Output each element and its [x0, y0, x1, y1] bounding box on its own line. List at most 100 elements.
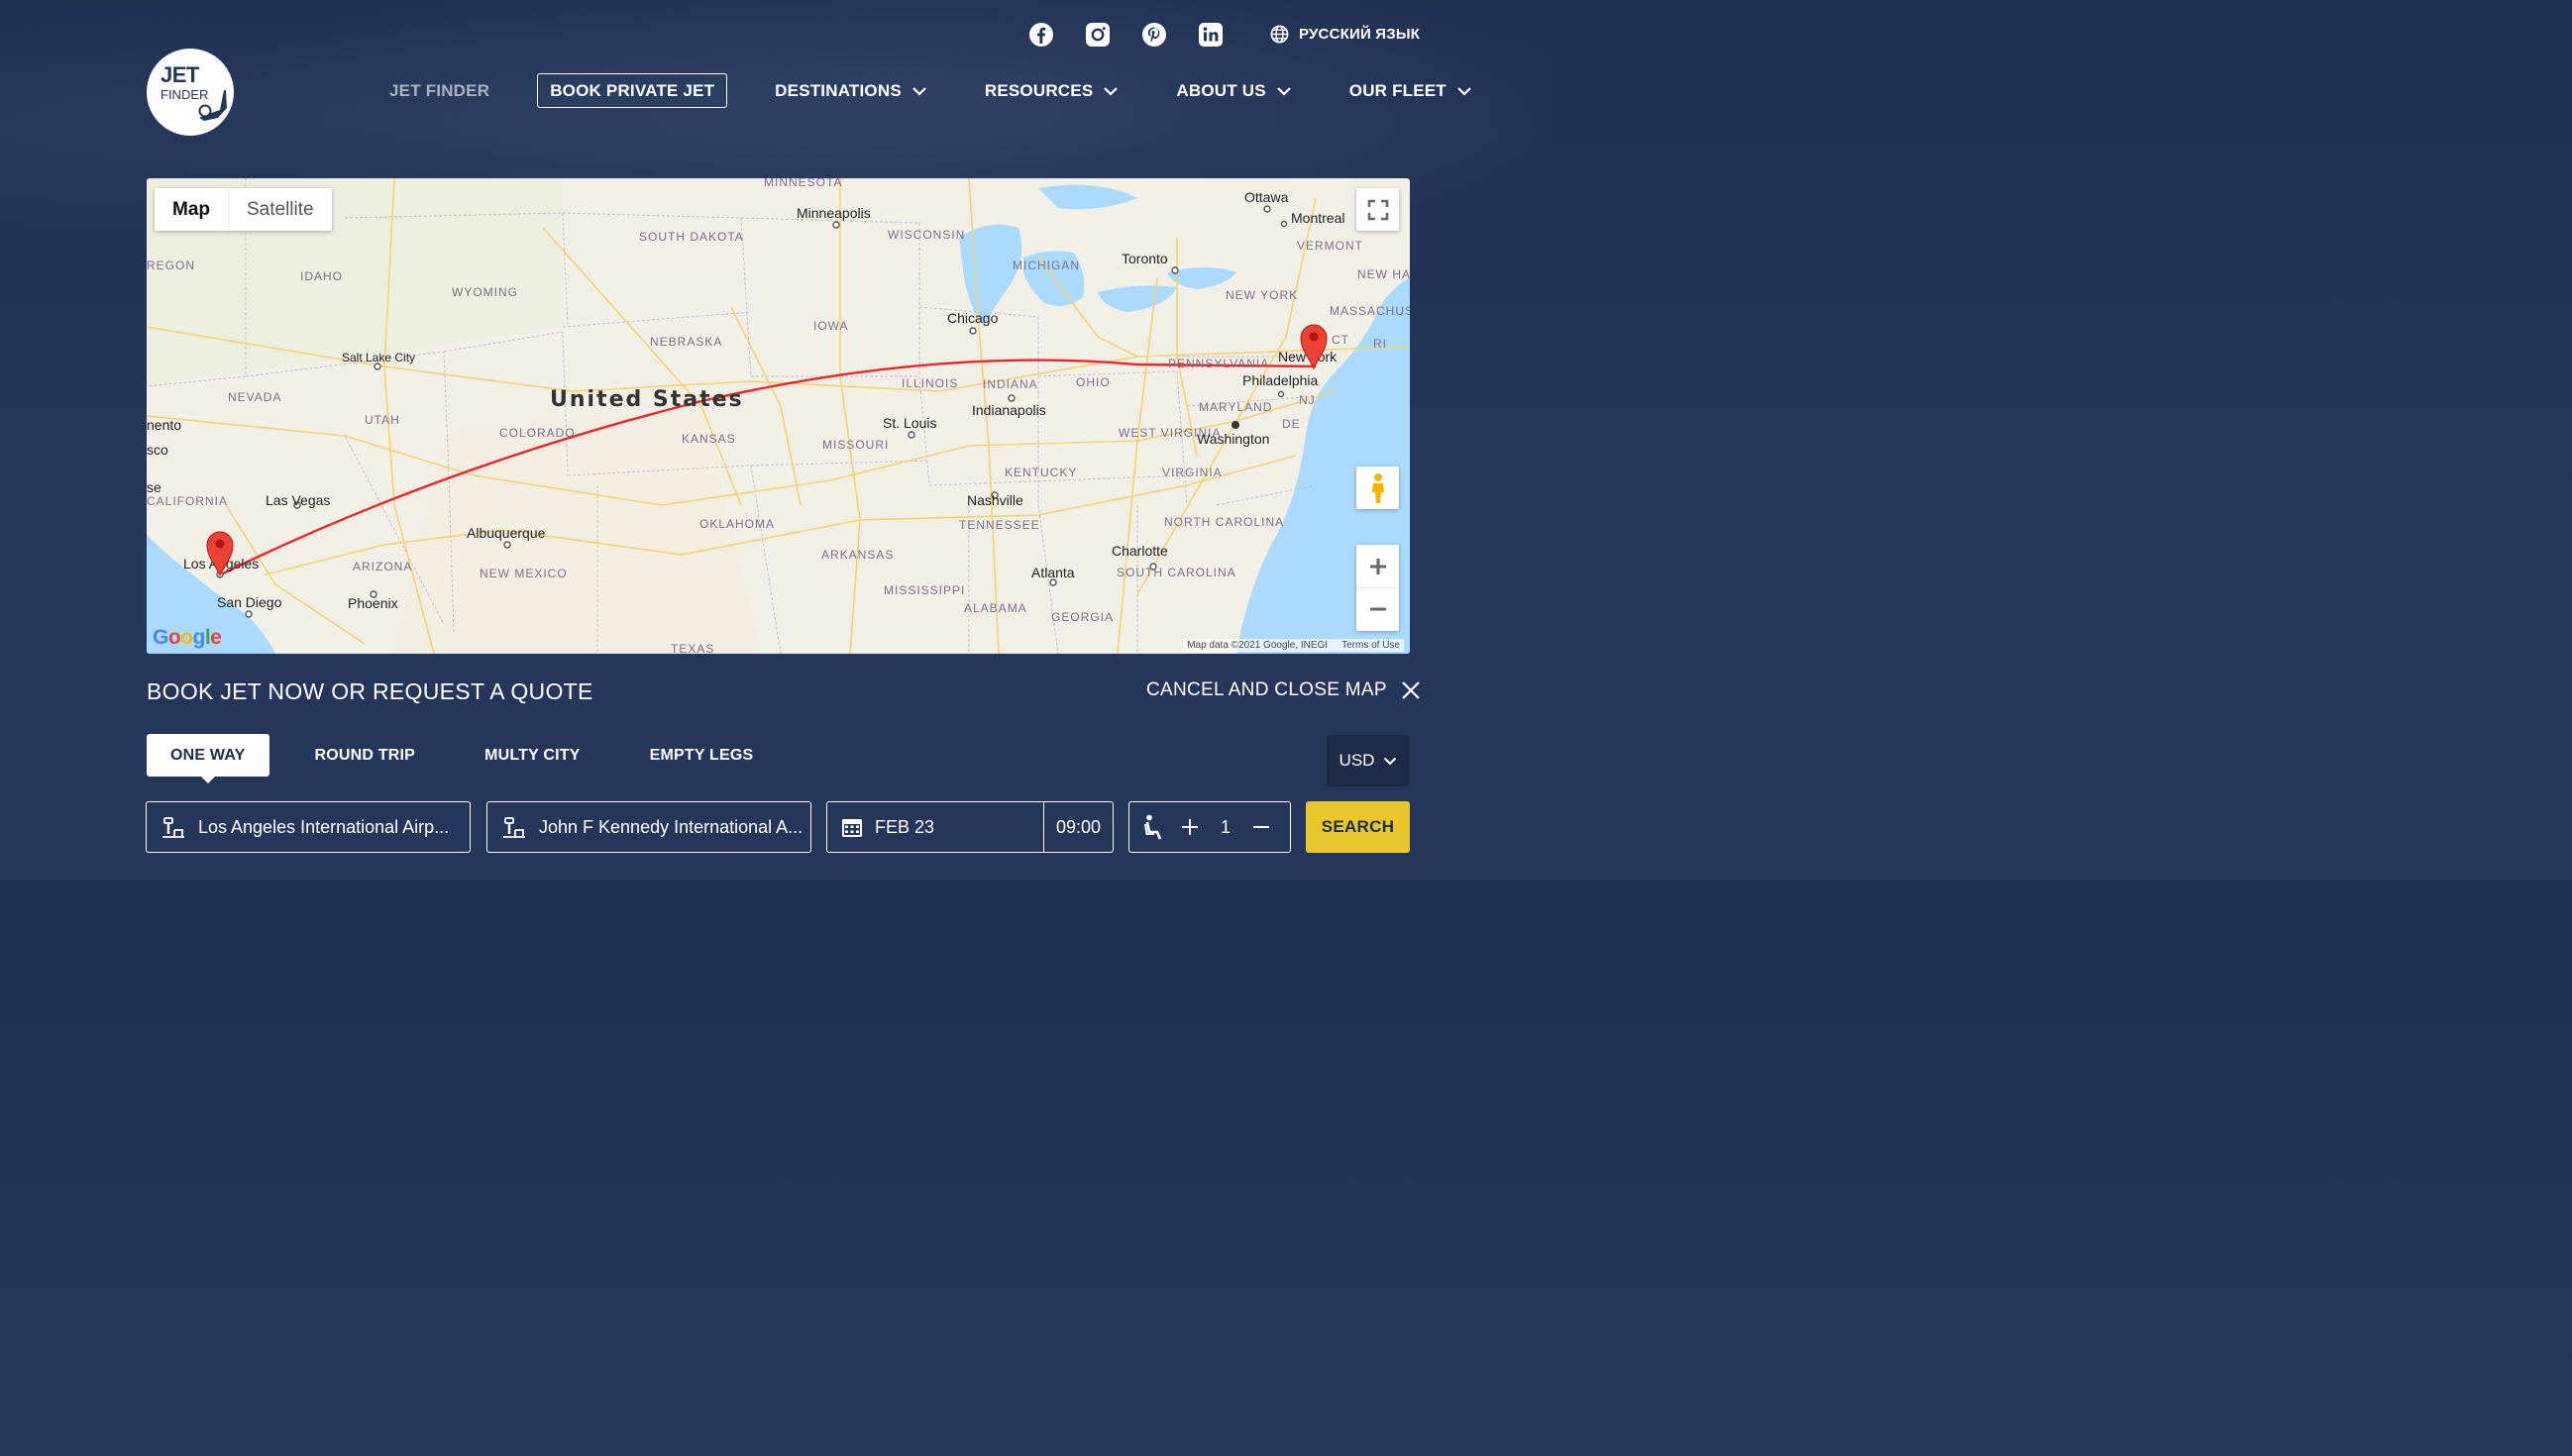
street-view-button[interactable] [1356, 467, 1399, 509]
pinterest-icon[interactable] [1141, 22, 1167, 48]
search-button[interactable]: SEARCH [1306, 801, 1410, 853]
map-label-state: NORTH CAROLINA [1164, 515, 1284, 529]
map-label-state: MARYLAND [1199, 400, 1272, 414]
trip-type-tabs: ONE WAY ROUND TRIP MULTY CITY EMPTY LEGS [147, 734, 778, 783]
instagram-icon[interactable] [1085, 22, 1111, 48]
nav-jet-finder[interactable]: JET FINDER [389, 81, 489, 101]
map-label-state: KENTUCKY [1005, 466, 1077, 479]
facebook-icon[interactable] [1028, 22, 1054, 48]
close-icon [1402, 681, 1420, 699]
map-type-satellite[interactable]: Satellite [229, 188, 332, 231]
map-label-state: NJ [1299, 393, 1316, 407]
map-label-state: TENNESSEE [959, 518, 1040, 532]
map-label-state: UTAH [365, 413, 400, 427]
map-label-state: KANSAS [682, 432, 736, 446]
currency-value: USD [1339, 751, 1375, 770]
plane-logo-icon [198, 90, 227, 121]
passenger-increment-button[interactable] [1181, 818, 1199, 836]
airport-tower-icon [161, 814, 186, 840]
map-label-city: Las Vegas [266, 492, 330, 508]
nav-label: RESOURCES [984, 80, 1094, 100]
plus-icon [1182, 819, 1198, 835]
map-label-city: Nashville [967, 492, 1023, 508]
tab-round-trip[interactable]: ROUND TRIP [291, 734, 440, 777]
map-label-city: Minneapolis [797, 205, 871, 221]
map-label-state: NEVADA [228, 390, 281, 404]
passenger-decrement-button[interactable] [1252, 818, 1270, 836]
minus-icon [1369, 607, 1386, 611]
cancel-close-map-label: CANCEL AND CLOSE MAP [1146, 679, 1387, 700]
map-label-state: DE [1282, 417, 1301, 431]
logo[interactable]: JET FINDER [147, 49, 234, 136]
currency-select[interactable]: USD [1327, 735, 1410, 786]
chevron-down-icon [912, 86, 926, 96]
map-label-state: OKLAHOMA [699, 517, 775, 531]
nav-book-private-jet[interactable]: BOOK PRIVATE JET [537, 73, 728, 108]
map-label-city: Salt Lake City [342, 351, 415, 364]
map-label-state: TEXAS [671, 642, 714, 654]
map-label-state: IOWA [813, 319, 849, 333]
tab-empty-legs[interactable]: EMPTY LEGS [626, 734, 778, 777]
map-label-city: se [147, 479, 161, 495]
tab-multy-city[interactable]: MULTY CITY [461, 734, 604, 777]
nav-our-fleet[interactable]: OUR FLEET [1349, 81, 1472, 101]
route-map[interactable]: MINNESOTA SOUTH DAKOTA WISCONSIN MICHIGA… [147, 178, 1410, 654]
map-type-toggle: Map Satellite [155, 188, 332, 231]
map-label-state: NEW YORK [1226, 288, 1298, 302]
terms-link[interactable]: Terms of Use [1341, 640, 1400, 651]
fullscreen-icon [1367, 199, 1388, 220]
language-switch[interactable]: РУССКИЙ ЯЗЫК [1270, 25, 1420, 44]
time-picker[interactable]: 09:00 [1044, 817, 1113, 838]
from-airport-field[interactable]: Los Angeles International Airp... [146, 801, 471, 853]
map-label-state: WISCONSIN [888, 228, 965, 242]
map-label-state: NEW HAMPSHIRE [1357, 267, 1410, 281]
nav-label: BOOK PRIVATE JET [550, 81, 715, 100]
map-label-state: INDIANA [983, 377, 1038, 391]
map-label-city: sco [147, 442, 168, 458]
map-type-map[interactable]: Map [155, 188, 229, 231]
map-label-state: MICHIGAN [1013, 259, 1080, 272]
language-label: РУССКИЙ ЯЗЫК [1299, 26, 1421, 43]
map-label-state: CT [1332, 333, 1349, 347]
chevron-down-icon [1384, 757, 1397, 765]
passengers-field: 1 [1128, 801, 1291, 853]
to-airport-field[interactable]: John F Kennedy International A... [486, 801, 811, 853]
nav-about-us[interactable]: ABOUT US [1176, 81, 1291, 101]
main-nav: JET FINDER BOOK PRIVATE JET DESTINATIONS… [389, 73, 1472, 108]
map-label-city: Ottawa [1244, 189, 1289, 205]
nav-label: JET FINDER [389, 80, 490, 100]
map-label-state: CALIFORNIA [147, 494, 228, 508]
time-value: 09:00 [1055, 816, 1102, 837]
cancel-close-map-button[interactable]: CANCEL AND CLOSE MAP [1146, 679, 1421, 701]
map-label-state: REGON [147, 259, 195, 272]
fullscreen-button[interactable] [1356, 188, 1399, 231]
map-label-state: PENNSYLVANIA [1168, 357, 1269, 370]
map-label-state: ALABAMA [964, 601, 1027, 615]
date-value: FEB 23 [875, 816, 935, 837]
google-logo: Google [153, 626, 222, 650]
map-label-state: MINNESOTA [764, 178, 842, 189]
map-label-state: MISSOURI [822, 438, 889, 452]
logo-text-top: JET [161, 62, 199, 87]
map-label-state: RI [1373, 337, 1387, 351]
map-label-city: Washington [1197, 431, 1269, 447]
tab-one-way[interactable]: ONE WAY [147, 734, 269, 783]
map-label-state: WYOMING [452, 285, 518, 299]
chevron-down-icon [1276, 86, 1291, 96]
google-logo-letter: o [167, 626, 181, 649]
zoom-in-button[interactable] [1356, 546, 1399, 588]
map-canvas[interactable]: MINNESOTA SOUTH DAKOTA WISCONSIN MICHIGA… [147, 178, 1410, 654]
zoom-out-button[interactable] [1356, 588, 1399, 631]
to-airport-value: John F Kennedy International A... [539, 816, 804, 837]
map-label-city: Phoenix [348, 595, 398, 611]
nav-destinations[interactable]: DESTINATIONS [775, 81, 927, 101]
plus-icon [1369, 558, 1386, 574]
map-label-state: SOUTH CAROLINA [1117, 566, 1236, 579]
nav-label: OUR FLEET [1348, 80, 1447, 100]
map-label-city: Toronto [1122, 251, 1168, 266]
nav-resources[interactable]: RESOURCES [985, 81, 1120, 101]
calendar-icon [841, 816, 863, 838]
date-picker[interactable]: FEB 23 [827, 802, 1044, 852]
minus-icon [1253, 826, 1270, 828]
linkedin-icon[interactable] [1198, 22, 1224, 48]
